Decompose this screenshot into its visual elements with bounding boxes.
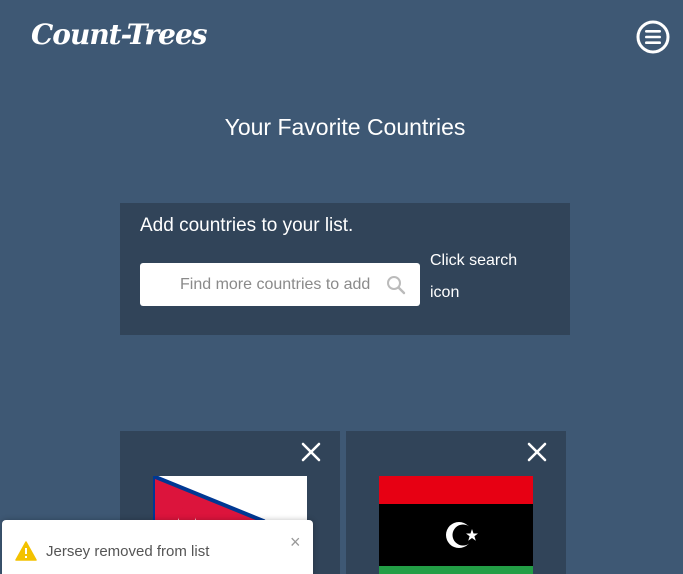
close-icon[interactable] xyxy=(300,441,322,463)
libya-flag xyxy=(379,476,533,574)
add-countries-panel: Add countries to your list. Click search… xyxy=(120,203,570,335)
app-logo[interactable]: Count-Trees xyxy=(31,18,208,51)
close-icon[interactable] xyxy=(526,441,548,463)
search-input[interactable] xyxy=(140,263,380,306)
hamburger-menu-icon[interactable] xyxy=(636,20,670,54)
panel-heading: Add countries to your list. xyxy=(140,215,354,236)
search-box xyxy=(140,263,420,306)
page-title: Your Favorite Countries xyxy=(224,114,466,140)
search-hint: Click search icon xyxy=(430,252,518,301)
search-icon[interactable] xyxy=(386,275,406,295)
page: Count-Trees Your Favorite Countries Add … xyxy=(0,0,683,574)
warning-icon xyxy=(15,541,37,561)
toast-notification: Jersey removed from list × xyxy=(2,520,313,574)
toast-message: Jersey removed from list xyxy=(46,543,210,560)
toast-close-button[interactable]: × xyxy=(290,533,301,551)
country-card-libya xyxy=(346,431,566,574)
